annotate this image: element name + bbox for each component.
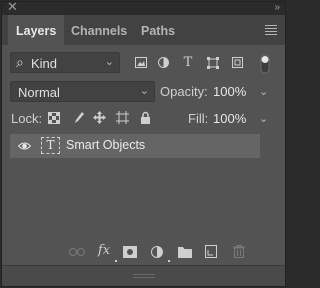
link-icon[interactable] xyxy=(69,248,85,256)
new-group-icon[interactable] xyxy=(178,246,192,258)
image-filter-icon[interactable] xyxy=(135,57,147,68)
add-mask-icon[interactable] xyxy=(123,246,137,258)
panel-title-bar: ✕ » xyxy=(2,0,285,15)
tab-paths[interactable]: Paths xyxy=(133,15,183,45)
panel-tabs: Layers Channels Paths xyxy=(2,15,285,45)
delete-layer-icon[interactable] xyxy=(233,245,245,258)
search-icon: ⌕ xyxy=(16,54,24,70)
chevron-down-icon: ⌄ xyxy=(139,85,149,97)
adjustment-filter-icon[interactable] xyxy=(158,57,169,68)
filter-kind-select[interactable]: ⌕ Kind ⌄ xyxy=(10,52,120,73)
fill-chevron-icon[interactable]: ⌄ xyxy=(259,112,268,125)
lock-all-icon[interactable] xyxy=(140,111,151,124)
resize-grip-icon[interactable] xyxy=(132,274,155,280)
layers-bottom-toolbar: fx xyxy=(2,238,285,266)
tab-channels[interactable]: Channels xyxy=(63,15,135,45)
lock-artboard-icon[interactable] xyxy=(116,111,129,124)
adjustment-menu-dot xyxy=(168,260,170,262)
shape-filter-icon[interactable] xyxy=(207,57,219,69)
filter-toggle-switch[interactable] xyxy=(260,54,270,74)
layers-panel: ✕ » Layers Channels Paths ⌕ Kind ⌄ T Nor… xyxy=(1,0,286,287)
blend-mode-select[interactable]: Normal ⌄ xyxy=(10,81,155,102)
fx-menu-dot xyxy=(115,260,117,262)
fx-icon[interactable]: fx xyxy=(96,244,112,258)
opacity-input[interactable]: 100% xyxy=(213,84,246,99)
close-icon[interactable]: ✕ xyxy=(7,0,18,14)
eye-icon[interactable] xyxy=(18,141,31,151)
type-filter-icon[interactable]: T xyxy=(181,56,195,70)
new-layer-icon[interactable] xyxy=(205,245,217,258)
lock-transparent-pixels-icon[interactable] xyxy=(48,112,60,124)
fill-input[interactable]: 100% xyxy=(213,111,246,126)
collapse-panel-icon[interactable]: » xyxy=(274,1,279,15)
blend-mode-value: Normal xyxy=(18,85,60,100)
lock-position-icon[interactable] xyxy=(93,111,106,124)
lock-image-pixels-icon[interactable] xyxy=(72,111,84,125)
opacity-label: Opacity: xyxy=(160,84,208,99)
opacity-chevron-icon[interactable]: ⌄ xyxy=(259,85,268,98)
layer-name[interactable]: Smart Objects xyxy=(66,138,145,152)
filter-kind-label: Kind xyxy=(31,56,58,71)
chevron-down-icon: ⌄ xyxy=(104,56,114,68)
panel-menu-icon[interactable] xyxy=(265,25,277,37)
tab-layers[interactable]: Layers xyxy=(8,15,65,45)
layer-row[interactable]: T Smart Objects xyxy=(10,134,260,158)
fill-label: Fill: xyxy=(188,111,209,126)
panel-footer xyxy=(2,265,285,286)
type-layer-thumbnail-icon: T xyxy=(41,137,60,154)
adjustment-layer-icon[interactable] xyxy=(151,246,163,258)
smart-object-filter-icon[interactable] xyxy=(232,57,243,68)
lock-label: Lock: xyxy=(11,111,43,126)
